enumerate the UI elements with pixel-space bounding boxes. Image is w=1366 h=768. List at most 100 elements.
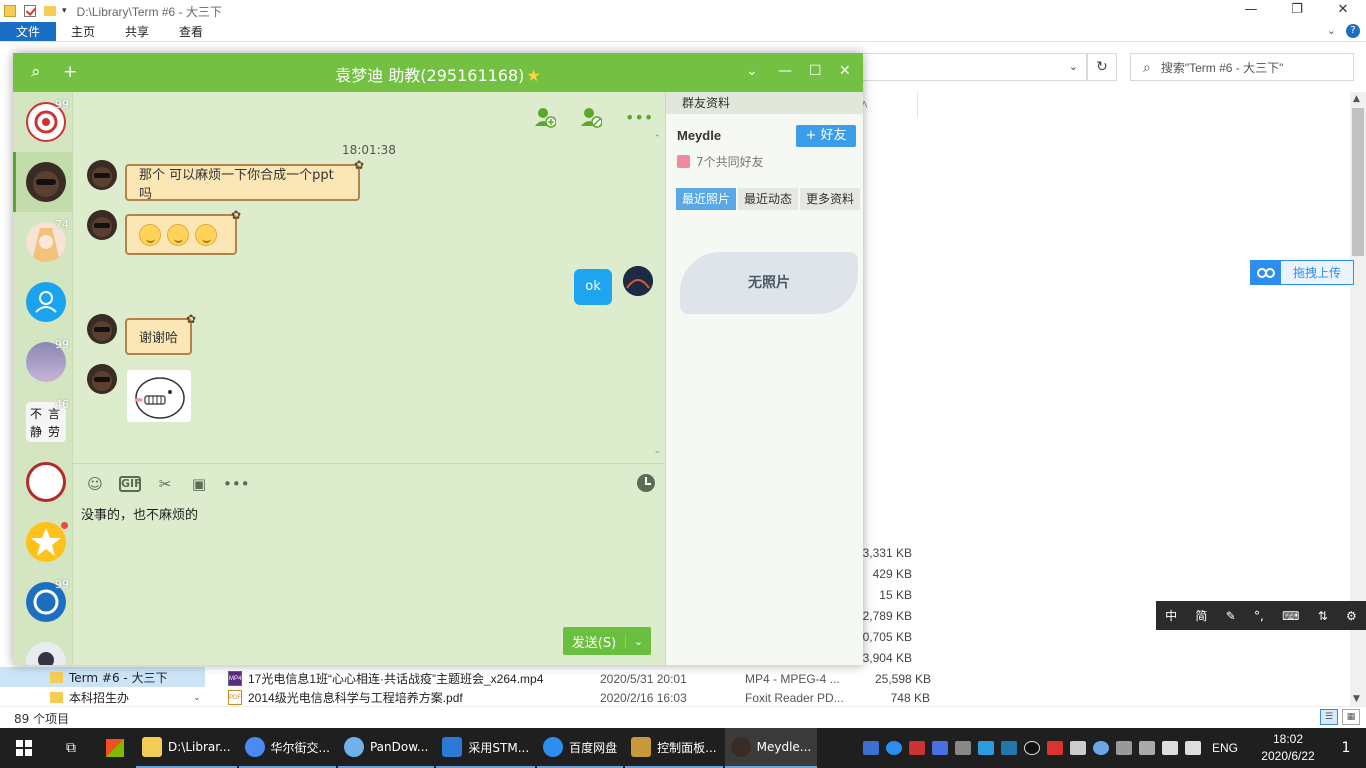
emoji-icon[interactable]: ☺ xyxy=(85,474,105,494)
battery-icon[interactable] xyxy=(1138,741,1155,755)
more-icon[interactable]: ••• xyxy=(223,474,250,494)
volume-icon[interactable] xyxy=(1184,741,1201,755)
ime-simplified-toggle[interactable]: 简 xyxy=(1195,607,1207,624)
tab-view[interactable]: 查看 xyxy=(164,22,218,41)
capture-tray-icon[interactable] xyxy=(1069,741,1086,755)
tab-more-info[interactable]: 更多资料 xyxy=(800,188,861,210)
sender-avatar[interactable] xyxy=(87,160,117,190)
taskbar-item-pandownload[interactable]: PanDow... xyxy=(337,728,435,768)
sender-avatar[interactable] xyxy=(87,364,117,394)
conversation-item[interactable]: 74 xyxy=(13,212,73,272)
tab-file[interactable]: 文件 xyxy=(0,22,57,41)
properties-icon[interactable] xyxy=(24,5,36,17)
cloud-icon[interactable] xyxy=(1092,741,1109,755)
close-button[interactable]: ✕ xyxy=(1320,0,1366,22)
more-icon[interactable]: ••• xyxy=(625,106,653,130)
scroll-down-icon[interactable]: ▼ xyxy=(1353,694,1360,704)
send-button[interactable]: 发送(S) ⌄ xyxy=(563,627,651,655)
ime-keyboard-icon[interactable]: ⌨ xyxy=(1282,609,1299,623)
tree-item-admissions[interactable]: 本科招生办 xyxy=(0,689,205,706)
scroll-down-icon[interactable]: ⌄ xyxy=(653,446,661,456)
ime-toolbox-icon[interactable]: ⇅ xyxy=(1318,609,1328,623)
my-avatar[interactable] xyxy=(623,266,653,296)
minimize-button[interactable]: — xyxy=(1228,0,1274,22)
taskbar-item-vscode[interactable]: 采用STM... xyxy=(436,728,536,768)
column-divider[interactable] xyxy=(917,92,918,118)
history-clock-icon[interactable] xyxy=(637,474,655,492)
gif-icon[interactable]: GIF xyxy=(119,476,142,492)
emoji-message-bubble[interactable]: ✿ xyxy=(125,208,241,255)
shield-icon[interactable] xyxy=(862,741,879,755)
conversation-item[interactable]: 99 xyxy=(13,572,73,632)
large-icons-view-icon[interactable]: ▦ xyxy=(1342,709,1360,725)
maximize-button[interactable]: ❐ xyxy=(1274,0,1320,22)
my-message-bubble[interactable]: ok xyxy=(574,269,612,305)
ime-chinese-toggle[interactable]: 中 xyxy=(1165,607,1177,624)
ime-handwrite-icon[interactable]: ✎ xyxy=(1226,609,1236,623)
refresh-button[interactable]: ↻ xyxy=(1087,53,1117,81)
pen-tray-icon[interactable] xyxy=(954,741,971,755)
usb-tray-icon[interactable] xyxy=(1115,741,1132,755)
conversation-item[interactable] xyxy=(13,452,73,512)
minimize-button[interactable]: — xyxy=(778,63,792,79)
taskbar-item-explorer[interactable]: D:\Librar... xyxy=(136,728,237,768)
add-member-icon[interactable] xyxy=(533,106,557,130)
tab-home[interactable]: 主页 xyxy=(56,22,110,41)
taskbar-item-qq-chat[interactable]: Meydle... xyxy=(724,728,818,768)
network-icon[interactable] xyxy=(1161,741,1178,755)
start-button[interactable] xyxy=(0,728,48,768)
message-bubble[interactable]: 那个 可以麻烦一下你合成一个ppt吗 ✿ xyxy=(125,158,364,202)
chevron-down-icon[interactable]: ⌄ xyxy=(625,634,651,648)
tab-recent-updates[interactable]: 最近动态 xyxy=(738,188,799,210)
taskbar-item-control-panel[interactable]: 控制面板... xyxy=(625,728,723,768)
screen-tray-icon[interactable] xyxy=(977,741,994,755)
file-row[interactable]: MP4 17光电信息1班“心心相连·共话战疫”主题班会_x264.mp4 202… xyxy=(228,668,931,689)
sync-tray-icon[interactable] xyxy=(1000,741,1017,755)
conversation-item[interactable] xyxy=(13,272,73,332)
address-bar[interactable]: ⌄ xyxy=(862,53,1087,81)
scroll-up-icon[interactable]: ▲ xyxy=(1353,94,1360,104)
baidu-cloud-icon[interactable] xyxy=(885,741,902,755)
language-indicator[interactable]: ENG xyxy=(1212,741,1238,755)
task-view-icon[interactable]: ⧉ xyxy=(48,740,94,756)
drag-upload-button[interactable]: 拖拽上传 xyxy=(1250,260,1354,285)
scroll-down-icon[interactable]: ⌄ xyxy=(193,693,201,703)
ime-settings-icon[interactable]: ⚙ xyxy=(1346,609,1357,623)
clock[interactable]: 18:02 2020/6/22 xyxy=(1250,731,1326,765)
chevron-down-icon[interactable]: ⌄ xyxy=(1069,60,1078,73)
conversation-item[interactable] xyxy=(13,512,73,572)
add-friend-button[interactable]: + 好友 xyxy=(796,125,856,147)
close-button[interactable]: ✕ xyxy=(839,63,851,79)
file-row[interactable]: PDF 2014级光电信息科学与工程培养方案.pdf 2020/2/16 16:… xyxy=(228,689,930,706)
taskbar-item-baidu-netdisk[interactable]: 百度网盘 xyxy=(537,728,624,768)
scissors-icon[interactable]: ✂ xyxy=(155,474,175,494)
sticker-image[interactable] xyxy=(127,370,191,422)
notification-center-icon[interactable]: 1 xyxy=(1326,740,1366,756)
conversation-item[interactable]: 99 xyxy=(13,92,73,152)
conversation-item[interactable] xyxy=(13,632,73,665)
tree-item-term6[interactable]: Term #6 - 大三下 xyxy=(0,667,205,687)
quick-access-dropdown-icon[interactable]: ▾ xyxy=(62,6,67,16)
sender-avatar[interactable] xyxy=(87,210,117,240)
details-view-icon[interactable]: ☰ xyxy=(1320,709,1338,725)
conversation-item[interactable]: 99 xyxy=(13,332,73,392)
tab-share[interactable]: 共享 xyxy=(110,22,164,41)
help-icon[interactable]: ? xyxy=(1346,24,1360,38)
store-icon[interactable] xyxy=(94,739,136,757)
ribbon-expand-icon[interactable]: ⌄ xyxy=(1327,24,1336,38)
scrollbar-thumb[interactable] xyxy=(1352,108,1364,256)
message-bubble[interactable]: 谢谢哈 ✿ xyxy=(125,312,196,355)
taskbar-item-browser[interactable]: 华尔街交... xyxy=(238,728,336,768)
tab-recent-photos[interactable]: 最近照片 xyxy=(676,188,737,210)
message-input[interactable]: 没事的，也不麻烦的 xyxy=(81,504,198,523)
search-input[interactable]: ⌕ 搜索"Term #6 - 大三下" xyxy=(1130,53,1354,81)
mutual-friends[interactable]: 7个共同好友 xyxy=(677,153,764,170)
ime-punctuation-icon[interactable]: °, xyxy=(1254,609,1264,623)
conversation-item[interactable]: 不言静劳 46 xyxy=(13,392,73,452)
app-tray-icon[interactable] xyxy=(908,741,925,755)
block-member-icon[interactable] xyxy=(579,106,603,130)
image-icon[interactable]: ▣ xyxy=(189,474,209,494)
maximize-button[interactable]: ☐ xyxy=(809,63,822,79)
cursor-tray-icon[interactable] xyxy=(931,741,948,755)
qq-penguin-icon[interactable] xyxy=(1023,741,1040,755)
